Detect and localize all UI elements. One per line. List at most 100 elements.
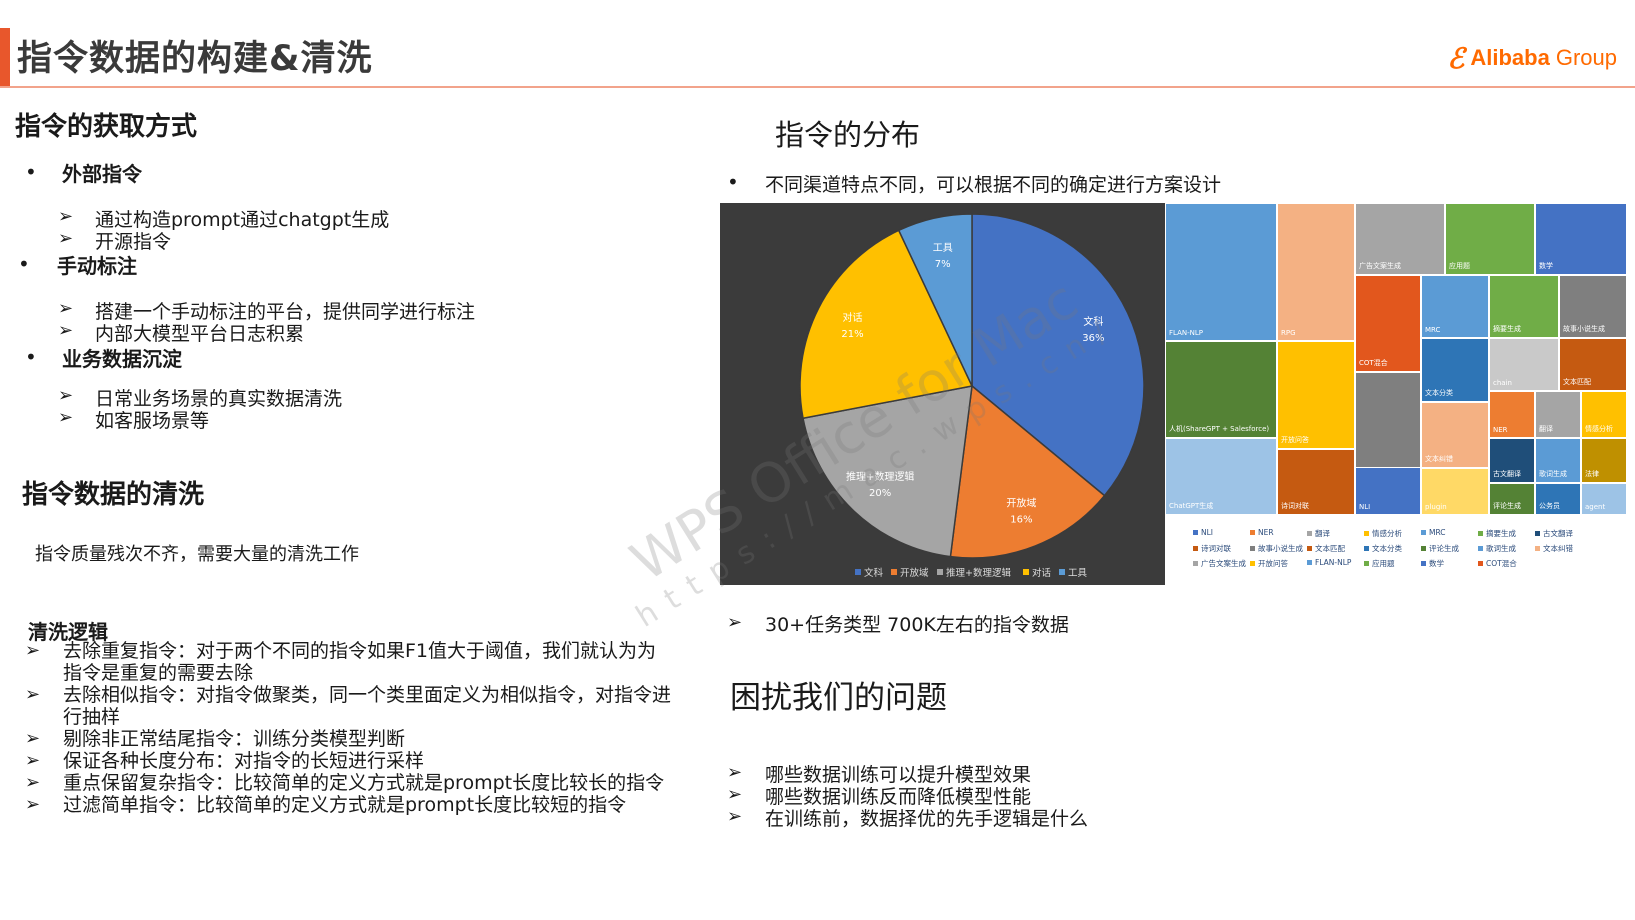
treemap-cell-label: 歌词生成 (1539, 470, 1567, 478)
treemap-cell: 歌词生成 (1535, 438, 1581, 483)
treemap-cell-label: MRC (1425, 326, 1441, 334)
treemap-cell-label: 法律 (1585, 470, 1599, 478)
treemap-legend-item: 摘要生成 (1478, 528, 1516, 539)
treemap-legend-label: 摘要生成 (1486, 529, 1516, 538)
treemap-legend-item: 开放问答 (1250, 558, 1288, 569)
pie-category-label: 对话 (842, 311, 862, 324)
treemap-cell: 古文翻译 (1489, 438, 1535, 483)
pie-legend-swatch (855, 569, 861, 575)
treemap-cell: 文本纠错 (1421, 402, 1489, 468)
treemap-legend-item: NER (1250, 528, 1274, 537)
arrow-bullet: ➢ (25, 772, 41, 793)
treemap-legend-label: 文本分类 (1372, 544, 1402, 553)
treemap-legend-item: 文本纠错 (1535, 543, 1573, 554)
treemap-cell: COT混合 (1355, 275, 1421, 372)
treemap-cell-label: 文本纠错 (1425, 455, 1453, 463)
treemap-cell: 评论生成 (1489, 483, 1535, 515)
logo-brand-text: Alibaba (1470, 45, 1550, 70)
section-item: 内部大模型平台日志积累 (95, 323, 305, 345)
treemap-legend-swatch (1535, 531, 1540, 536)
arrow-bullet: ➢ (58, 320, 74, 341)
treemap-legend-item: MRC (1421, 528, 1446, 537)
treemap-legend-swatch (1193, 546, 1198, 551)
treemap-legend-swatch (1307, 531, 1312, 536)
treemap-legend-label: 广告文案生成 (1201, 559, 1246, 568)
list-item: ➢ 过滤简单指令：比较简单的定义方式就是prompt长度比较短的指令 (25, 794, 675, 816)
treemap-legend-swatch (1535, 546, 1540, 551)
treemap-legend-swatch (1307, 546, 1312, 551)
treemap-legend-swatch (1421, 530, 1426, 535)
header-divider (0, 86, 1635, 88)
arrow-bullet: ➢ (25, 750, 41, 771)
treemap-legend-swatch (1421, 561, 1426, 566)
treemap-cell: 诗词对联 (1277, 449, 1355, 515)
distribution-description: 不同渠道特点不同，可以根据不同的确定进行方案设计 (765, 174, 1222, 196)
treemap-legend-item: 数学 (1421, 558, 1444, 569)
treemap-cell-label: 情感分析 (1585, 425, 1613, 433)
arrow-bullet: ➢ (58, 385, 74, 406)
treemap-legend-swatch (1193, 561, 1198, 566)
treemap-legend-item: 情感分析 (1364, 528, 1402, 539)
treemap-cell: 公务员 (1535, 483, 1581, 515)
treemap-cell: 翻译 (1535, 391, 1581, 438)
section-bullet: • (25, 345, 37, 369)
treemap-cell: 应用题 (1445, 203, 1535, 275)
clean-title: 指令数据的清洗 (22, 480, 205, 510)
pie-legend-swatch (891, 569, 897, 575)
treemap-cell-label: NER (1493, 426, 1508, 434)
arrow-bullet: ➢ (58, 206, 74, 227)
pie-category-label: 开放域 (1006, 497, 1036, 510)
treemap-cell-label: FLAN-NLP (1169, 329, 1203, 337)
pie-value-label: 21% (841, 329, 863, 340)
treemap-cell-label: 文本匹配 (1563, 378, 1591, 386)
section-title-business: 业务数据沉淀 (62, 347, 182, 371)
treemap-cell: 故事小说生成 (1559, 275, 1627, 338)
logic-item: 保证各种长度分布：对指令的长短进行采样 (63, 750, 425, 772)
distribution-bullet: • (727, 170, 739, 194)
pie-legend-swatch (1059, 569, 1065, 575)
arrow-bullet: ➢ (25, 794, 41, 815)
logic-item: 去除相似指令：对指令做聚类，同一个类里面定义为相似指令，对指令进行抽样 (63, 684, 672, 728)
treemap-cell-label: 翻译 (1539, 425, 1553, 433)
arrow-bullet: ➢ (58, 407, 74, 428)
treemap-cell-label: plugin (1425, 503, 1447, 511)
treemap-legend-swatch (1250, 546, 1255, 551)
arrow-bullet: ➢ (727, 784, 743, 805)
treemap-legend-swatch (1364, 561, 1369, 566)
section-bullet: • (25, 160, 37, 184)
treemap-legend-label: COT混合 (1486, 559, 1517, 568)
section-title-external: 外部指令 (62, 162, 142, 186)
list-item: ➢ 保证各种长度分布：对指令的长短进行采样 (25, 750, 675, 772)
treemap-legend-item: NLI (1193, 528, 1213, 537)
pie-value-label: 16% (1010, 515, 1032, 526)
treemap-cell: 法律 (1581, 438, 1627, 483)
treemap-legend-label: NLI (1201, 528, 1214, 537)
logic-item: 去除重复指令：对于两个不同的指令如果F1值大于阈值，我们就认为为指令是重复的需要… (63, 640, 657, 684)
treemap-cell: 文本分类 (1421, 338, 1489, 402)
treemap-cell: NLI (1355, 467, 1421, 515)
logic-item: 重点保留复杂指令：比较简单的定义方式就是prompt长度比较长的指令 (63, 772, 665, 794)
treemap-cell-label: NLI (1359, 503, 1371, 511)
arrow-bullet: ➢ (25, 640, 41, 661)
treemap-legend-swatch (1307, 560, 1312, 565)
treemap-cell-label: agent (1585, 503, 1606, 511)
acquire-title: 指令的获取方式 (15, 112, 198, 142)
treemap-legend-item: 故事小说生成 (1250, 543, 1303, 554)
page-title: 指令数据的构建&清洗 (17, 39, 373, 79)
pie-legend-label: 对话 (1032, 567, 1052, 579)
treemap-cell-label: RPG (1281, 329, 1296, 337)
treemap-cell: ChatGPT生成 (1165, 438, 1277, 515)
treemap-legend-item: 广告文案生成 (1193, 558, 1246, 569)
title-accent-bar (0, 28, 10, 86)
list-item: ➢ 去除相似指令：对指令做聚类，同一个类里面定义为相似指令，对指令进行抽样 (25, 684, 675, 728)
treemap-chart-panel: FLAN-NLP RPG 广告文案生成 应用题 数学 COT混合 MRC 摘要生成 故事小说生成… (1165, 203, 1627, 585)
alibaba-logo-icon: ℰ (1447, 41, 1465, 75)
clean-description: 指令质量残次不齐，需要大量的清洗工作 (35, 544, 359, 565)
pie-legend-swatch (937, 569, 943, 575)
treemap-legend-item: 诗词对联 (1193, 543, 1231, 554)
treemap-legend-swatch (1478, 561, 1483, 566)
distribution-title: 指令的分布 (775, 118, 921, 152)
treemap-legend-label: 情感分析 (1372, 529, 1402, 538)
treemap-legend-label: 故事小说生成 (1258, 544, 1303, 553)
treemap-cell-label: COT混合 (1359, 359, 1388, 367)
